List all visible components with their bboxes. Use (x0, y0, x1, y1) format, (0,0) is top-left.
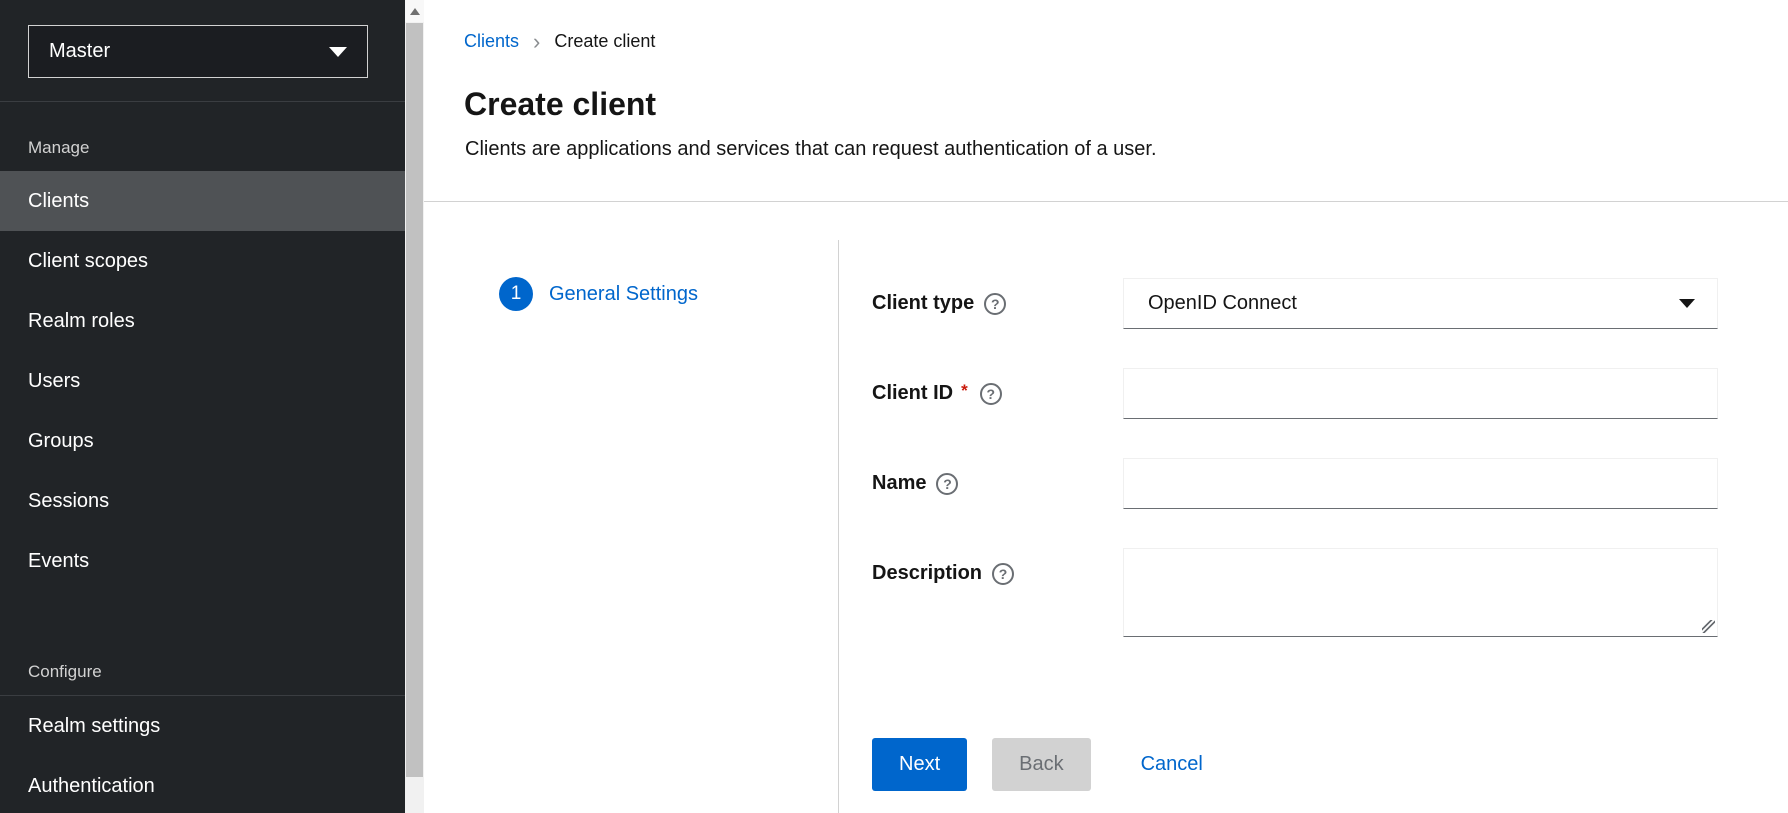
page: Master Manage Clients Client scopes Real… (0, 0, 1788, 813)
sidebar-item-users[interactable]: Users (0, 351, 405, 411)
sidebar: Master Manage Clients Client scopes Real… (0, 0, 405, 813)
back-button[interactable]: Back (992, 738, 1090, 791)
description-control-cell (1123, 548, 1718, 637)
scrollbar-up-button[interactable] (405, 0, 424, 22)
page-title: Create client (464, 84, 656, 124)
realm-selector-area: Master (0, 0, 405, 102)
wizard-step-general-settings[interactable]: 1 General Settings (499, 277, 698, 311)
name-label: Name (872, 472, 926, 495)
wizard-step-label: General Settings (549, 283, 698, 306)
sidebar-item-groups[interactable]: Groups (0, 411, 405, 471)
description-help-icon[interactable]: ? (992, 563, 1014, 585)
wizard-step-number: 1 (499, 277, 533, 311)
sidebar-item-sessions[interactable]: Sessions (0, 471, 405, 531)
scrollbar-thumb[interactable] (406, 23, 423, 777)
sidebar-item-realm-settings[interactable]: Realm settings (0, 696, 405, 756)
form-row-description: Description ? (872, 548, 1718, 637)
form-row-client-id: Client ID * ? (872, 368, 1718, 419)
next-button[interactable]: Next (872, 738, 967, 791)
client-type-select[interactable]: OpenID Connect (1123, 278, 1718, 329)
description-label: Description (872, 562, 982, 585)
client-id-label-cell: Client ID * ? (872, 368, 1123, 419)
client-type-label-cell: Client type ? (872, 278, 1123, 329)
wizard-nav-divider (838, 240, 839, 813)
scroll-up-arrow-icon (410, 8, 420, 15)
client-type-control-cell: OpenID Connect (1123, 278, 1718, 329)
question-mark-glyph: ? (999, 566, 1008, 582)
question-mark-glyph: ? (991, 296, 1000, 312)
sidebar-item-authentication[interactable]: Authentication (0, 756, 405, 813)
sidebar-item-clients[interactable]: Clients (0, 171, 405, 231)
client-id-input[interactable] (1123, 368, 1718, 419)
breadcrumb-separator-icon: › (533, 33, 540, 51)
description-textarea[interactable] (1123, 548, 1718, 637)
chevron-down-icon (329, 47, 347, 57)
client-type-label: Client type (872, 292, 974, 315)
form-row-client-type: Client type ? OpenID Connect (872, 278, 1718, 329)
client-type-help-icon[interactable]: ? (984, 293, 1006, 315)
breadcrumb-link-clients[interactable]: Clients (464, 31, 519, 52)
client-type-selected-value: OpenID Connect (1148, 292, 1297, 315)
required-asterisk: * (961, 381, 968, 401)
nav-section-manage: Manage Clients Client scopes Realm roles… (0, 125, 405, 591)
caret-down-icon (1679, 299, 1695, 308)
name-input[interactable] (1123, 458, 1718, 509)
nav-section-title-configure: Configure (0, 648, 405, 696)
vertical-scrollbar (405, 0, 424, 813)
page-subtitle: Clients are applications and services th… (465, 136, 1157, 162)
client-id-label: Client ID (872, 382, 953, 405)
name-control-cell (1123, 458, 1718, 509)
realm-selector-button[interactable]: Master (28, 25, 368, 78)
main-content: Clients › Create client Create client Cl… (424, 0, 1788, 813)
question-mark-glyph: ? (943, 476, 952, 492)
nav-section-title-manage: Manage (0, 125, 405, 171)
sidebar-item-events[interactable]: Events (0, 531, 405, 591)
client-id-help-icon[interactable]: ? (980, 383, 1002, 405)
create-client-wizard: 1 General Settings Client type ? OpenID … (424, 202, 1788, 813)
form-row-name: Name ? (872, 458, 1718, 509)
wizard-footer: Next Back Cancel (872, 738, 1718, 791)
question-mark-glyph: ? (986, 386, 995, 402)
sidebar-item-realm-roles[interactable]: Realm roles (0, 291, 405, 351)
name-help-icon[interactable]: ? (936, 473, 958, 495)
sidebar-nav: Manage Clients Client scopes Realm roles… (0, 125, 405, 813)
general-settings-form: Client type ? OpenID Connect (872, 278, 1718, 791)
description-label-cell: Description ? (872, 548, 1123, 599)
client-id-control-cell (1123, 368, 1718, 419)
sidebar-item-client-scopes[interactable]: Client scopes (0, 231, 405, 291)
realm-name: Master (49, 40, 110, 63)
name-label-cell: Name ? (872, 458, 1123, 509)
breadcrumb-current: Create client (554, 31, 655, 52)
breadcrumb: Clients › Create client (464, 31, 655, 52)
cancel-button[interactable]: Cancel (1141, 738, 1203, 791)
nav-section-configure: Configure Realm settings Authentication (0, 648, 405, 813)
